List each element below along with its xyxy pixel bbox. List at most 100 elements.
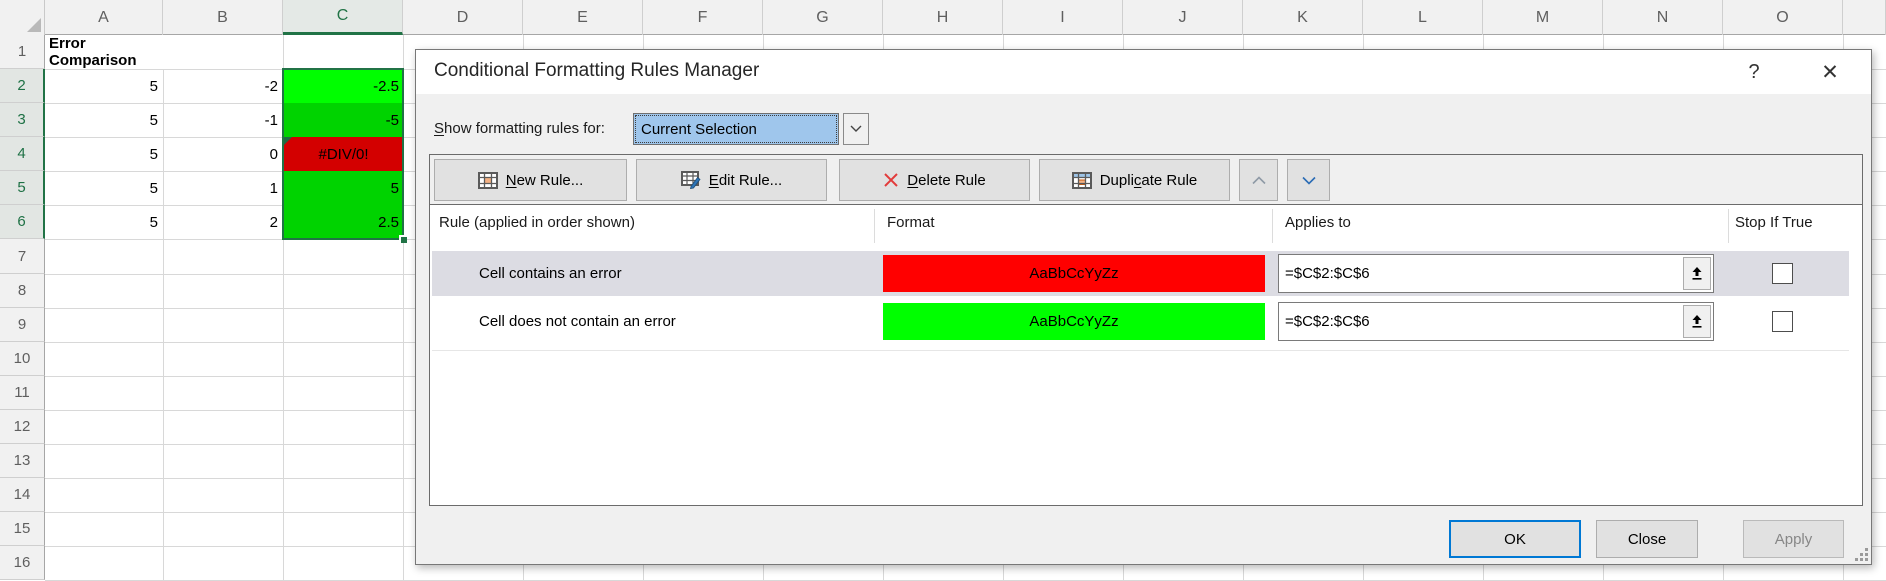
cell-C6[interactable]: 2.5 (283, 205, 404, 240)
header-separator (1272, 209, 1273, 243)
header-separator (874, 209, 875, 243)
collapse-range-arrow-icon (1691, 266, 1703, 281)
duplicate-rule-button[interactable]: Duplicate Rule (1039, 159, 1230, 201)
column-header-K[interactable]: K (1243, 0, 1363, 35)
column-header-J[interactable]: J (1123, 0, 1243, 35)
row-header-13[interactable]: 13 (0, 444, 45, 478)
column-header-E[interactable]: E (523, 0, 643, 35)
cell-B6[interactable]: 2 (163, 205, 283, 239)
rules-list-container: New Rule...Edit Rule... Delete Rule Duplic… (429, 154, 1863, 506)
cell-A4[interactable]: 5 (45, 137, 163, 171)
column-header-C[interactable]: C (283, 0, 403, 35)
select-all-corner[interactable] (0, 0, 45, 35)
chevron-down-icon (1302, 176, 1316, 185)
applies-to-input[interactable]: =$C$2:$C$6 (1278, 302, 1714, 341)
row-header-8[interactable]: 8 (0, 274, 45, 308)
row-header-5[interactable]: 5 (0, 171, 45, 205)
collapse-dialog-button[interactable] (1683, 305, 1711, 338)
rule-row[interactable]: Cell contains an error AaBbCcYyZz =$C$2:… (432, 251, 1849, 296)
rules-toolbar: New Rule...Edit Rule... Delete Rule Duplic… (430, 155, 1862, 205)
select-all-triangle-icon (27, 18, 41, 32)
column-header-A[interactable]: A (45, 0, 163, 35)
cell-A3[interactable]: 5 (45, 103, 163, 137)
cell-B5[interactable]: 1 (163, 171, 283, 205)
new-rule-button[interactable]: New Rule... (434, 159, 627, 201)
dialog-title-bar[interactable]: Conditional Formatting Rules Manager ? ✕ (416, 50, 1871, 94)
button-label: Duplicate Rule (1100, 172, 1198, 189)
row-header-7[interactable]: 7 (0, 239, 45, 274)
error-indicator-icon (283, 137, 292, 146)
fill-handle[interactable] (399, 235, 407, 243)
column-header-H[interactable]: H (883, 0, 1003, 35)
row-header-15[interactable]: 15 (0, 512, 45, 546)
cell-B3[interactable]: -1 (163, 103, 283, 137)
list-divider (432, 350, 1849, 351)
column-header-I[interactable]: I (1003, 0, 1123, 35)
column-header-N[interactable]: N (1603, 0, 1723, 35)
cell-B2[interactable]: -2 (163, 69, 283, 103)
row-header-12[interactable]: 12 (0, 410, 45, 444)
cell-C2[interactable]: -2.5 (283, 69, 404, 104)
rules-list: Rule (applied in order shown) Format App… (430, 206, 1862, 505)
rule-name: Cell does not contain an error (479, 299, 676, 344)
row-header-3[interactable]: 3 (0, 103, 45, 137)
column-header-partial[interactable] (1843, 0, 1886, 35)
cell-C4[interactable]: #DIV/0! (283, 137, 404, 172)
row-header-4[interactable]: 4 (0, 137, 45, 171)
applies-to-value: =$C$2:$C$6 (1285, 303, 1370, 340)
row-header-9[interactable]: 9 (0, 308, 45, 342)
button-label: Delete Rule (907, 172, 985, 189)
help-icon[interactable]: ? (1732, 50, 1776, 94)
edit-rule-button[interactable]: Edit Rule... (636, 159, 827, 201)
row-header-11[interactable]: 11 (0, 376, 45, 410)
header-separator (1728, 209, 1729, 243)
row-header-16[interactable]: 16 (0, 546, 45, 580)
delete-x-icon (883, 172, 899, 188)
combobox-selected-value: Current Selection (635, 115, 837, 143)
applies-to-value: =$C$2:$C$6 (1285, 255, 1370, 292)
move-up-button[interactable] (1239, 159, 1278, 201)
cell-C5[interactable]: 5 (283, 171, 404, 206)
chevron-down-icon (850, 125, 862, 133)
show-formatting-rules-label: Show formatting rules for: (434, 120, 605, 137)
stop-if-true-checkbox[interactable] (1772, 311, 1793, 332)
cell-B4[interactable]: 0 (163, 137, 283, 171)
rule-row[interactable]: Cell does not contain an error AaBbCcYyZ… (432, 299, 1849, 344)
stop-if-true-checkbox[interactable] (1772, 263, 1793, 284)
apply-button-disabled[interactable]: Apply (1743, 520, 1844, 558)
column-header-B[interactable]: B (163, 0, 283, 35)
row-header-6[interactable]: 6 (0, 205, 45, 239)
delete-rule-button[interactable]: Delete Rule (839, 159, 1030, 201)
column-header-applies-to: Applies to (1285, 214, 1351, 231)
new-rule-table-icon (478, 172, 498, 189)
cell-C3[interactable]: -5 (283, 103, 404, 138)
column-header-F[interactable]: F (643, 0, 763, 35)
row-header-1[interactable]: 1 (0, 35, 45, 69)
column-header-O[interactable]: O (1723, 0, 1843, 35)
column-header-D[interactable]: D (403, 0, 523, 35)
row-header-2[interactable]: 2 (0, 69, 45, 103)
show-rules-for-combobox[interactable]: Current Selection (633, 113, 839, 145)
rule-format-preview: AaBbCcYyZz (883, 255, 1265, 292)
cell-A1[interactable]: Error Comparison (45, 35, 163, 69)
row-header-14[interactable]: 14 (0, 478, 45, 512)
resize-grip[interactable] (1854, 547, 1868, 561)
column-header-L[interactable]: L (1363, 0, 1483, 35)
column-header-G[interactable]: G (763, 0, 883, 35)
column-header-M[interactable]: M (1483, 0, 1603, 35)
ok-button[interactable]: OK (1449, 520, 1581, 558)
cell-A5[interactable]: 5 (45, 171, 163, 205)
cell-A6[interactable]: 5 (45, 205, 163, 239)
cell-A2[interactable]: 5 (45, 69, 163, 103)
close-button[interactable]: Close (1596, 520, 1698, 558)
duplicate-table-icon (1072, 172, 1092, 189)
move-down-button[interactable] (1287, 159, 1330, 201)
rule-format-preview: AaBbCcYyZz (883, 303, 1265, 340)
conditional-formatting-rules-manager-dialog: Conditional Formatting Rules Manager ? ✕… (415, 49, 1872, 565)
close-icon[interactable]: ✕ (1808, 50, 1852, 94)
edit-rule-pencil-icon (681, 171, 701, 189)
collapse-dialog-button[interactable] (1683, 257, 1711, 290)
row-header-10[interactable]: 10 (0, 342, 45, 376)
combobox-dropdown-button[interactable] (843, 113, 869, 145)
applies-to-input[interactable]: =$C$2:$C$6 (1278, 254, 1714, 293)
